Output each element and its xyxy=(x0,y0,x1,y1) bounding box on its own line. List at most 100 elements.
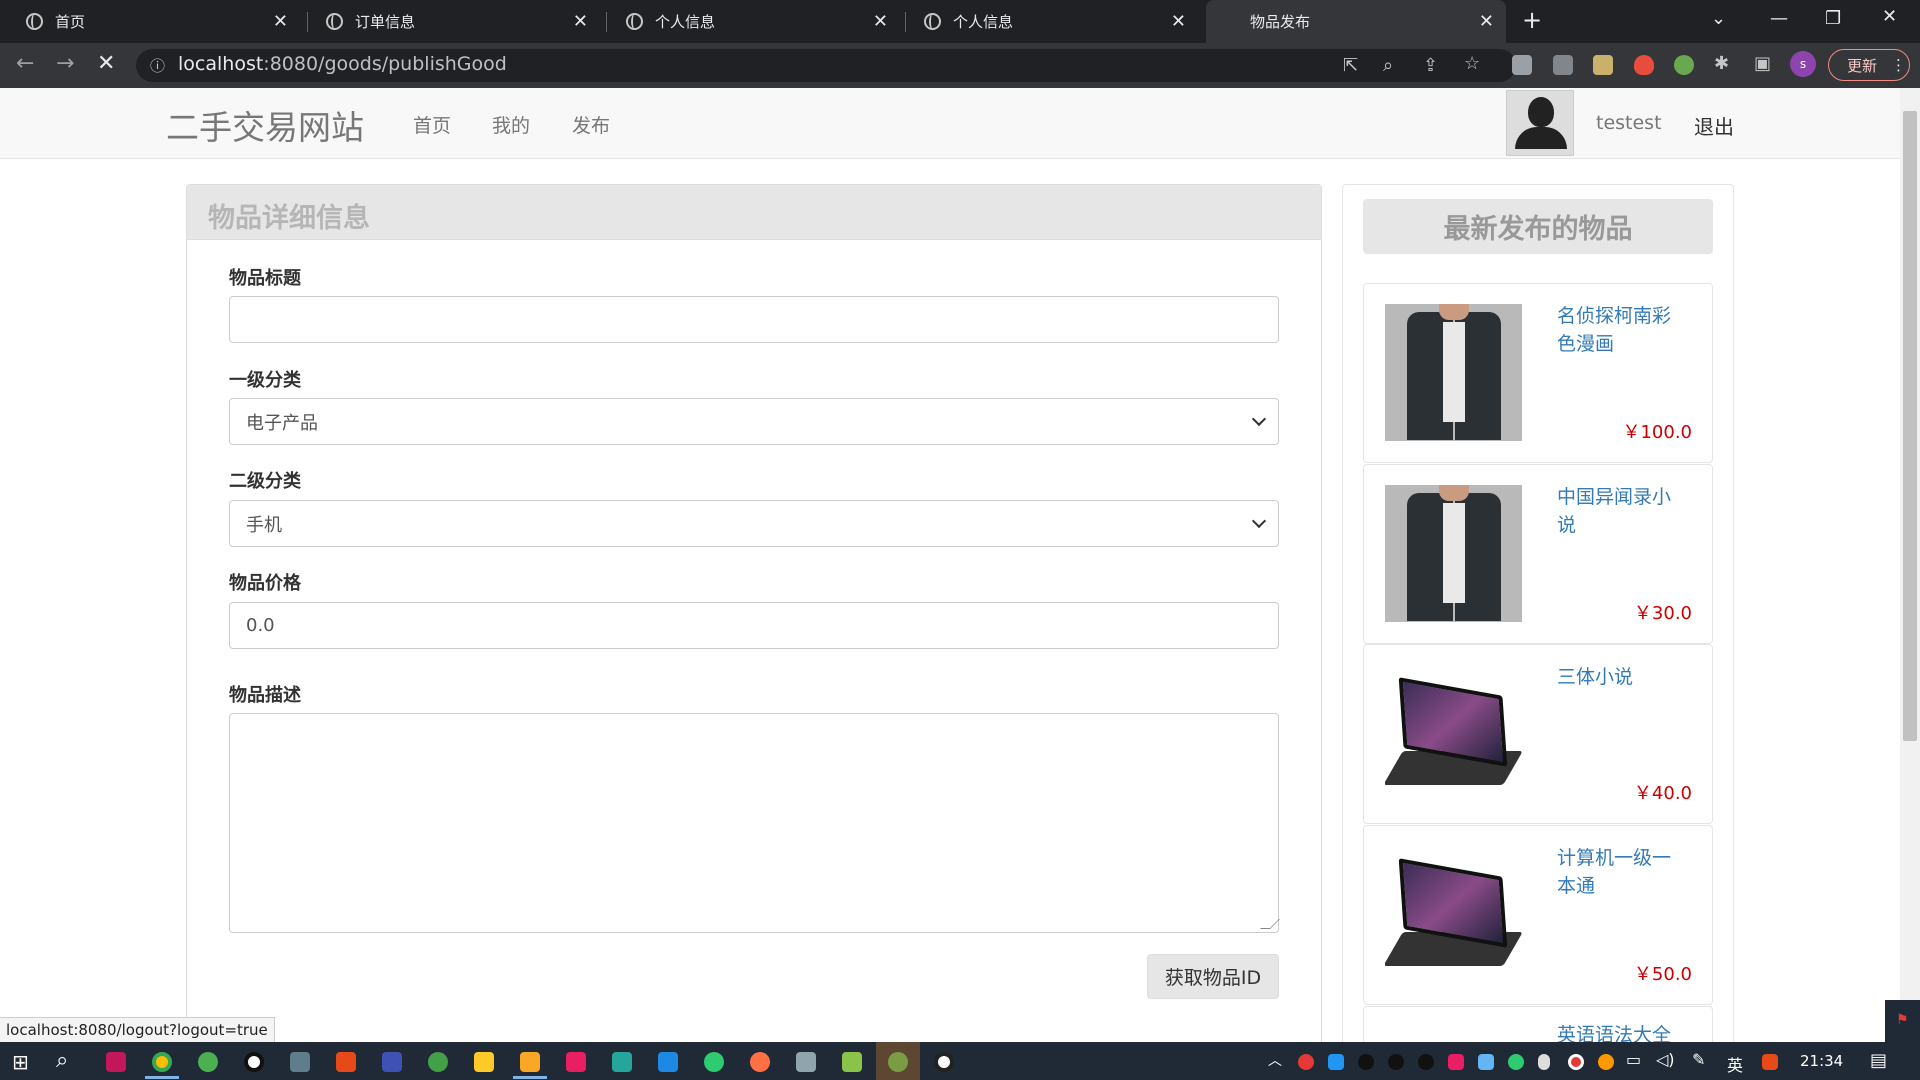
tray-qq-icon[interactable] xyxy=(1388,1054,1404,1070)
floating-widget[interactable]: ⚑ xyxy=(1885,1000,1920,1042)
record-app-icon[interactable] xyxy=(934,1052,954,1072)
update-button[interactable]: 更新 ⋮ xyxy=(1828,49,1910,81)
description-textarea[interactable] xyxy=(229,713,1280,933)
tray-record-icon[interactable] xyxy=(1568,1054,1584,1070)
url-text[interactable]: localhost:8080/goods/publishGood xyxy=(178,53,507,75)
site-info-icon[interactable]: ⓘ xyxy=(150,55,165,76)
nav-mine[interactable]: 我的 xyxy=(492,111,530,138)
extension-image-icon[interactable] xyxy=(1593,55,1613,75)
close-tab-icon[interactable]: ✕ xyxy=(273,11,288,32)
latest-item-card[interactable]: 计算机一级一本通 ￥50.0 xyxy=(1363,825,1713,1005)
tray-ime-indicator[interactable]: 英 xyxy=(1727,1052,1743,1076)
close-tab-icon[interactable]: ✕ xyxy=(1479,11,1494,32)
tab-orders[interactable]: 订单信息 ✕ xyxy=(300,0,600,43)
tray-network-icon[interactable]: ▭ xyxy=(1626,1050,1641,1069)
close-window-icon[interactable]: ✕ xyxy=(1882,6,1897,27)
latest-item-card[interactable]: 中国异闻录小说 ￥30.0 xyxy=(1363,464,1713,644)
restore-icon[interactable]: ❐ xyxy=(1825,8,1841,29)
latest-item-card[interactable]: 三体小说 ￥40.0 xyxy=(1363,644,1713,824)
sync-app-icon[interactable] xyxy=(428,1052,448,1072)
tray-mic-icon[interactable] xyxy=(1538,1054,1550,1070)
back-icon[interactable]: ← xyxy=(16,51,34,76)
tray-qq-icon[interactable] xyxy=(1418,1054,1434,1070)
forward-icon[interactable]: → xyxy=(56,51,74,76)
category2-select[interactable]: 手机 xyxy=(229,500,1279,547)
tool-app-icon[interactable] xyxy=(382,1052,402,1072)
tray-cloud-icon[interactable] xyxy=(1298,1054,1314,1070)
extension-shield-icon[interactable] xyxy=(1634,55,1654,75)
close-tab-icon[interactable]: ✕ xyxy=(573,11,588,32)
logout-link[interactable]: 退出 xyxy=(1694,111,1734,140)
tab-publish[interactable]: 物品发布 ✕ xyxy=(1206,0,1506,43)
tab-profile-2[interactable]: 个人信息 ✕ xyxy=(898,0,1198,43)
open-in-app-icon[interactable]: ⇱ xyxy=(1343,55,1358,76)
extension-chat-icon[interactable] xyxy=(1512,55,1532,75)
tray-sogou-icon[interactable] xyxy=(1762,1054,1778,1070)
profile-avatar[interactable]: s xyxy=(1790,51,1816,77)
page-scrollbar-thumb[interactable] xyxy=(1903,111,1917,741)
nav-publish[interactable]: 发布 xyxy=(572,111,610,138)
pdf-app-icon[interactable] xyxy=(658,1052,678,1072)
side-panel-icon[interactable]: ▣ xyxy=(1754,53,1771,74)
wechat-app-icon[interactable] xyxy=(704,1052,724,1072)
tab-profile-1[interactable]: 个人信息 ✕ xyxy=(600,0,900,43)
nav-home[interactable]: 首页 xyxy=(413,111,451,138)
category1-select[interactable]: 电子产品 xyxy=(229,398,1279,445)
settings-app-icon[interactable] xyxy=(796,1052,816,1072)
item-title-link[interactable]: 三体小说 xyxy=(1557,663,1682,691)
tray-network-tool-icon[interactable] xyxy=(1478,1054,1494,1070)
user-avatar[interactable] xyxy=(1506,90,1574,156)
tab-home[interactable]: 首页 ✕ xyxy=(0,0,300,43)
chrome-app-icon[interactable] xyxy=(152,1052,172,1072)
editor-app-icon[interactable] xyxy=(566,1052,586,1072)
get-goods-id-button[interactable]: 获取物品ID xyxy=(1147,954,1279,999)
extensions-puzzle-icon[interactable]: ✱ xyxy=(1714,53,1729,74)
tray-overflow-chevron-icon[interactable]: ︿ xyxy=(1268,1050,1282,1070)
item-image[interactable] xyxy=(1385,304,1522,441)
tray-search-icon[interactable] xyxy=(1598,1054,1614,1070)
resize-grip-icon[interactable] xyxy=(1260,919,1280,929)
screenshot-app-icon[interactable] xyxy=(290,1052,310,1072)
search-icon[interactable]: ⌕ xyxy=(56,1048,68,1073)
zoom-icon[interactable]: ⌕ xyxy=(1383,55,1393,76)
tray-pen-icon[interactable]: ✎ xyxy=(1692,1050,1705,1069)
tray-app-icon[interactable] xyxy=(1328,1054,1344,1070)
latest-item-card[interactable]: 英语语法大全 xyxy=(1363,1006,1713,1046)
item-title-link[interactable]: 名侦探柯南彩色漫画 xyxy=(1557,302,1682,358)
site-brand[interactable]: 二手交易网站 xyxy=(166,101,364,149)
taskbar-clock[interactable]: 21:34 xyxy=(1800,1052,1843,1070)
item-title-link[interactable]: 中国异闻录小说 xyxy=(1557,483,1682,539)
title-input[interactable] xyxy=(229,296,1279,343)
close-tab-icon[interactable]: ✕ xyxy=(1171,11,1186,32)
minimize-icon[interactable]: — xyxy=(1770,8,1788,29)
ide-app-icon[interactable] xyxy=(106,1052,126,1072)
office-app-icon[interactable] xyxy=(336,1052,356,1072)
item-image[interactable] xyxy=(1385,846,1522,983)
explorer-app-icon[interactable] xyxy=(520,1052,540,1072)
tab-search-chevron-icon[interactable]: ⌄ xyxy=(1711,8,1726,29)
tray-volume-icon[interactable]: ◁) xyxy=(1656,1050,1675,1069)
extension-leaf-icon[interactable] xyxy=(1674,55,1694,75)
close-tab-icon[interactable]: ✕ xyxy=(873,11,888,32)
firefox-app-icon[interactable] xyxy=(750,1052,770,1072)
stop-loading-icon[interactable]: ✕ xyxy=(97,51,115,76)
item-title-link[interactable]: 计算机一级一本通 xyxy=(1557,844,1682,900)
latest-item-card[interactable]: 名侦探柯南彩色漫画 ￥100.0 xyxy=(1363,283,1713,463)
docs-app-icon[interactable] xyxy=(612,1052,632,1072)
bookmark-star-icon[interactable]: ☆ xyxy=(1464,53,1480,74)
share-icon[interactable]: ⇪ xyxy=(1423,55,1438,76)
item-image[interactable] xyxy=(1385,485,1522,622)
tray-qq-icon[interactable] xyxy=(1358,1054,1374,1070)
price-input[interactable]: 0.0 xyxy=(229,602,1279,649)
recorder-app-icon[interactable] xyxy=(244,1052,264,1072)
tray-wechat-icon[interactable] xyxy=(1508,1054,1524,1070)
notepad-app-icon[interactable] xyxy=(842,1052,862,1072)
tray-editor-icon[interactable] xyxy=(1448,1054,1464,1070)
extension-camera-icon[interactable] xyxy=(1553,55,1573,75)
new-tab-icon[interactable]: + xyxy=(1522,6,1542,34)
item-image[interactable] xyxy=(1385,665,1522,802)
browser2-app-icon[interactable] xyxy=(198,1052,218,1072)
username[interactable]: testest xyxy=(1596,112,1662,134)
files-app-icon[interactable] xyxy=(474,1052,494,1072)
notifications-icon[interactable]: ▤ xyxy=(1870,1050,1887,1071)
